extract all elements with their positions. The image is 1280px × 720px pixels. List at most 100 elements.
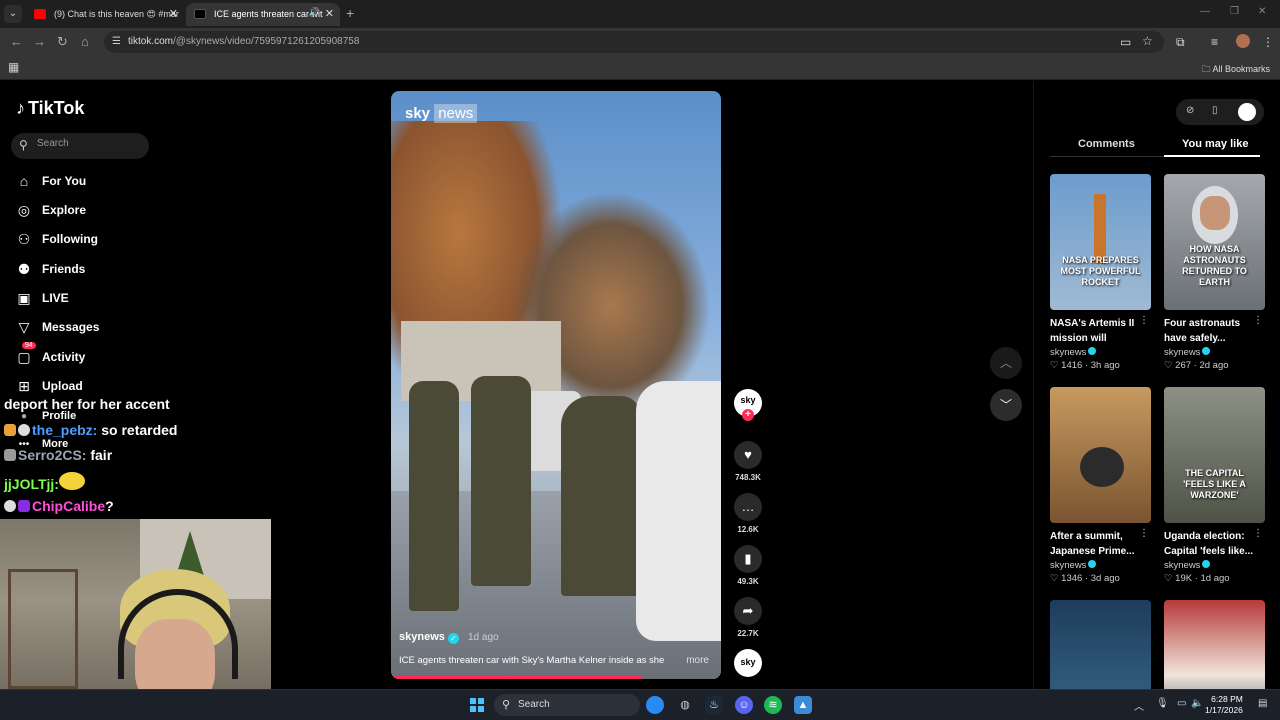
caption-more-button[interactable]: more (686, 655, 709, 666)
microphone-icon[interactable]: 🎙 (1156, 698, 1169, 709)
back-icon[interactable]: ← (10, 34, 23, 49)
sidebar-item-following[interactable]: ⚇ Following (16, 231, 176, 253)
card-age: 3d ago (1090, 573, 1120, 584)
card-menu-icon[interactable]: ⋮ (1253, 315, 1263, 326)
chat-text: fair (86, 447, 113, 463)
site-info-icon[interactable]: ☰ (112, 36, 121, 47)
start-tile (470, 698, 476, 704)
tiktok-logo[interactable]: ♪ TikTok (16, 98, 84, 119)
next-video-button[interactable]: ﹀ (990, 389, 1022, 421)
card-meta: ♡ 1416 · 3h ago (1050, 360, 1120, 371)
follow-plus-icon[interactable]: + (742, 409, 754, 421)
start-tile (470, 706, 476, 712)
recommended-card[interactable]: THE CAPITAL 'FEELS LIKE A WARZONE' Ugand… (1164, 387, 1265, 584)
close-tab-icon[interactable]: ✕ (325, 7, 334, 20)
chat-username: the_pebz: (32, 422, 98, 438)
taskbar-clock[interactable]: 6:28 PM 1/17/2026 (1205, 694, 1243, 716)
spotify-icon[interactable]: ≋ (764, 696, 782, 714)
recommended-card[interactable]: After a summit, Japanese Prime... ⋮ skyn… (1050, 387, 1151, 584)
url-bar[interactable]: ☰ tiktok.com/@skynews/video/759597126120… (104, 31, 1164, 53)
browser-tab-2[interactable]: ICE agents threaten car wit 🔊 ✕ (186, 3, 340, 26)
save-button[interactable]: ▮ 49.3K (733, 545, 763, 586)
home-icon[interactable]: ⌂ (81, 34, 89, 49)
bookmark-star-icon[interactable]: ☆ (1142, 34, 1153, 48)
reload-icon[interactable]: ↻ (57, 34, 68, 50)
volume-icon[interactable]: 🔈 (1191, 698, 1203, 709)
card-menu-icon[interactable]: ⋮ (1253, 528, 1263, 539)
recommended-card[interactable]: NASA PREPARES MOST POWERFUL ROCKET NASA'… (1050, 174, 1151, 371)
steam-icon[interactable]: ♨ (705, 696, 723, 714)
video-scene-officer (409, 381, 459, 611)
search-input[interactable] (37, 138, 137, 149)
chat-text: ? (105, 498, 114, 514)
obs-icon[interactable]: ◍ (676, 696, 694, 714)
network-icon[interactable]: ▭ (1177, 698, 1186, 709)
chat-username: jjJOLTjj: (4, 476, 59, 492)
chevron-up-icon: ︿ (999, 356, 1012, 370)
sound-avatar[interactable]: sky (734, 649, 762, 677)
url-text[interactable]: tiktok.com/@skynews/video/75959712612059… (128, 36, 359, 47)
discord-icon[interactable]: ☺ (735, 696, 753, 714)
search-box[interactable]: ⚲ (11, 133, 149, 159)
compass-icon[interactable]: ⊘ (1186, 105, 1194, 116)
heart-icon: ♥ (734, 441, 762, 469)
card-thumb-text: THE CAPITAL 'FEELS LIKE A WARZONE' (1183, 468, 1246, 500)
tab-you-may-like[interactable]: You may like (1182, 138, 1248, 150)
cast-icon[interactable]: ▭ (1120, 35, 1131, 49)
sidebar-item-activity[interactable]: ▢ 94 Activity (16, 342, 176, 371)
share-button[interactable]: ➦ 22.7K (733, 597, 763, 638)
windows-start-icon[interactable] (470, 698, 484, 712)
heart-outline-icon: ♡ (1164, 573, 1176, 584)
device-icon[interactable]: ▯ (1212, 105, 1218, 116)
verified-icon (1202, 560, 1211, 568)
restore-icon[interactable]: ❐ (1230, 6, 1239, 17)
sidebar-item-messages[interactable]: ▽ Messages (16, 319, 176, 341)
card-author: skynews (1050, 560, 1151, 571)
sidebar-item-live[interactable]: ▣ LIVE (16, 290, 176, 312)
media-controls-icon[interactable]: ≡ (1211, 35, 1218, 49)
tray-overflow-icon[interactable]: ︿ (1134, 698, 1144, 713)
minimize-icon[interactable]: — (1200, 6, 1210, 17)
verified-icon (1088, 560, 1097, 568)
tab-comments[interactable]: Comments (1078, 138, 1135, 150)
sidebar-item-for-you[interactable]: ⌂ For You (16, 173, 176, 195)
browser-tab-1[interactable]: (9) Chat is this heaven 😍 #mar ✕ (26, 3, 184, 26)
sidebar-item-friends[interactable]: ⚉ Friends (16, 261, 176, 283)
card-title: Four astronauts have safely... (1164, 318, 1241, 344)
recommended-card[interactable]: HOW NASA ASTRONAUTS RETURNED TO EARTH Fo… (1164, 174, 1265, 371)
new-tab-button[interactable]: + (346, 5, 354, 21)
start-tile (478, 698, 484, 704)
close-window-icon[interactable]: ✕ (1258, 6, 1266, 17)
menu-kebab-icon[interactable]: ⋮ (1262, 35, 1274, 49)
all-bookmarks-button[interactable]: 🗀 All Bookmarks (1201, 62, 1270, 78)
apps-grid-icon[interactable]: ▦ (8, 60, 19, 74)
active-tab-indicator (1164, 155, 1260, 157)
extensions-icon[interactable]: ⧉ (1176, 35, 1185, 50)
notifications-icon[interactable]: ▤ (1258, 698, 1267, 709)
like-button[interactable]: ♥ 748.3K (733, 441, 763, 482)
tab-search-button[interactable]: ⌄ (4, 5, 22, 23)
card-likes: 19K (1175, 573, 1193, 584)
photos-icon[interactable]: ▲ (794, 696, 812, 714)
video-player[interactable]: sky news skynews ✓ 1d ago ICE agents thr… (391, 91, 721, 679)
comment-button[interactable]: … 12.6K (733, 493, 763, 534)
forward-icon[interactable]: → (33, 34, 46, 49)
avatar-text: sky (740, 657, 756, 667)
video-author[interactable]: skynews ✓ 1d ago (399, 631, 499, 644)
video-progress-bar[interactable] (391, 676, 642, 679)
minion-emote-icon (58, 472, 85, 490)
creator-avatar[interactable]: sky + (734, 389, 762, 421)
close-tab-icon[interactable]: ✕ (169, 7, 178, 20)
taskbar-search[interactable]: ⚲ Search (494, 694, 640, 716)
messages-icon: ▽ (18, 319, 30, 335)
chrome-icon[interactable] (646, 696, 664, 714)
previous-video-button[interactable]: ︿ (990, 347, 1022, 379)
theme-toggle[interactable] (1238, 103, 1256, 121)
speaker-icon[interactable]: 🔊 (309, 7, 320, 18)
card-menu-icon[interactable]: ⋮ (1139, 315, 1149, 326)
card-menu-icon[interactable]: ⋮ (1139, 528, 1149, 539)
profile-avatar-icon[interactable] (1236, 34, 1250, 48)
card-author: skynews (1050, 347, 1151, 358)
card-title: After a summit, Japanese Prime... (1050, 531, 1135, 557)
sidebar-item-explore[interactable]: ◎ Explore (16, 202, 176, 224)
